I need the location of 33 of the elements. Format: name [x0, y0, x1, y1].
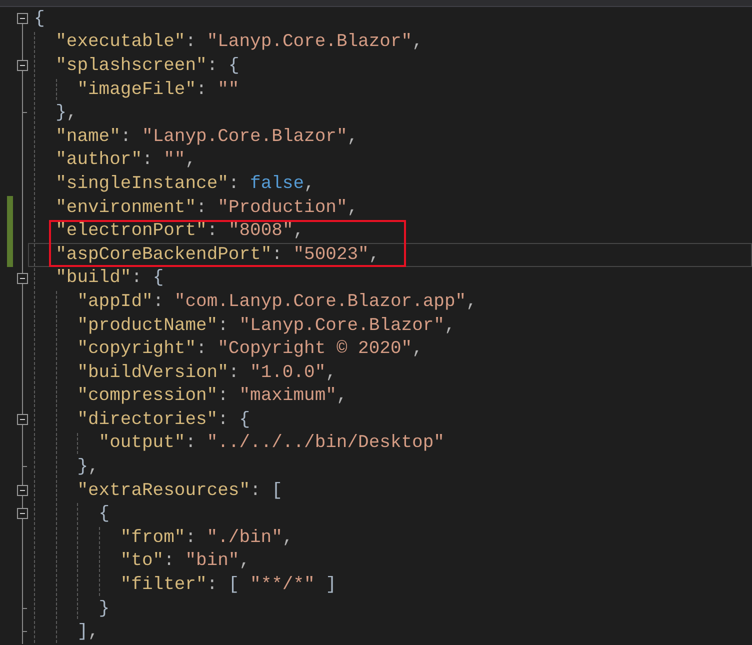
collapse-icon[interactable] — [17, 60, 28, 72]
collapse-icon[interactable] — [17, 484, 28, 496]
code-line: "electronPort": "8008", — [56, 221, 304, 242]
code-line: "aspCoreBackendPort": "50023", — [56, 244, 380, 265]
collapse-icon[interactable] — [17, 13, 28, 24]
code-line: "executable": "Lanyp.Core.Blazor", — [56, 32, 423, 52]
code-line: "author": "", — [56, 150, 196, 170]
code-line: "extraResources": [ — [77, 480, 282, 501]
code-line: "output": "../../../bin/Desktop" — [98, 433, 444, 454]
code-line: "productName": "Lanyp.Core.Blazor", — [77, 316, 456, 336]
code-line: { — [34, 8, 45, 29]
code-line: { — [98, 504, 110, 524]
code-line: "splashscreen": { — [56, 56, 240, 76]
collapse-icon[interactable] — [17, 508, 28, 520]
code-line: } — [98, 598, 110, 619]
code-line: "buildVersion": "1.0.0", — [77, 362, 336, 383]
code-line: "compression": "maximum", — [77, 386, 348, 406]
code-line: "imageFile": "" — [77, 80, 240, 100]
code-line: ], — [77, 622, 99, 642]
code-line: }, — [77, 457, 99, 478]
code-line: "name": "Lanyp.Core.Blazor", — [56, 126, 358, 147]
code-line: "from": "./bin", — [120, 528, 294, 548]
code-line: "environment": "Production", — [56, 198, 358, 218]
code-line: }, — [56, 103, 78, 124]
collapse-icon[interactable] — [17, 272, 28, 284]
code-line: "directories": { — [77, 410, 250, 430]
code-line: "build": { — [56, 268, 164, 288]
code-line: "filter": [ "**/*" ] — [120, 575, 336, 596]
code-line: "singleInstance": false, — [56, 174, 315, 194]
code-line: "copyright": "Copyright © 2020", — [77, 339, 423, 360]
collapse-icon[interactable] — [17, 414, 28, 426]
code-line: "appId": "com.Lanyp.Core.Blazor.app", — [77, 292, 477, 312]
code-line: "to": "bin", — [120, 551, 250, 572]
